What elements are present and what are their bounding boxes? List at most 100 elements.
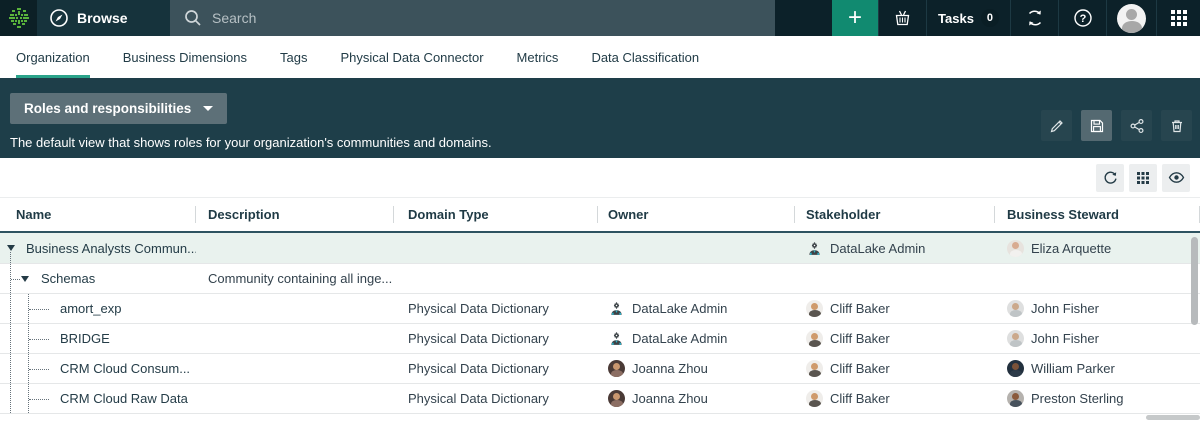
stakeholder-name[interactable]: Cliff Baker [830, 331, 890, 346]
tab-tags[interactable]: Tags [280, 36, 307, 78]
person-avatar [1007, 300, 1024, 317]
user-avatar [1117, 4, 1146, 33]
tab-data-classification[interactable]: Data Classification [591, 36, 699, 78]
horizontal-scrollbar-thumb[interactable] [1146, 415, 1200, 420]
apps-grid-button[interactable] [1156, 0, 1200, 36]
refresh-icon [1103, 170, 1118, 185]
domain-type-cell: Physical Data Dictionary [394, 384, 598, 413]
stakeholder-cell: Cliff Baker [795, 384, 995, 413]
eye-icon [1168, 169, 1185, 186]
stakeholder-name[interactable]: Cliff Baker [830, 361, 890, 376]
chevron-down-icon [203, 106, 213, 111]
admin-group-avatar-icon [806, 240, 823, 257]
svg-text:?: ? [1079, 13, 1086, 25]
view-description: The default view that shows roles for yo… [10, 135, 1190, 150]
stakeholder-name[interactable]: DataLake Admin [830, 241, 925, 256]
business-steward-cell: William Parker [995, 354, 1200, 383]
column-header-description[interactable]: Description [196, 198, 394, 231]
delete-view-button[interactable] [1161, 110, 1192, 141]
search-icon [184, 9, 202, 27]
table-row[interactable]: CRM Cloud Consum... Physical Data Dictio… [0, 354, 1200, 384]
top-bar: Browse + Tasks 0 [0, 0, 1200, 36]
person-avatar [1007, 330, 1024, 347]
stakeholder-name[interactable]: Cliff Baker [830, 301, 890, 316]
data-basket-button[interactable] [878, 0, 926, 36]
tab-metrics[interactable]: Metrics [517, 36, 559, 78]
table-row[interactable]: CRM Cloud Raw Data Physical Data Diction… [0, 384, 1200, 414]
basket-icon [893, 9, 912, 28]
tasks-button[interactable]: Tasks 0 [926, 0, 1010, 36]
stakeholder-cell: DataLake Admin [795, 233, 995, 263]
steward-name[interactable]: John Fisher [1031, 331, 1099, 346]
asset-name[interactable]: Schemas [0, 271, 95, 286]
vertical-scrollbar-thumb[interactable] [1191, 237, 1198, 325]
person-avatar [1007, 240, 1024, 257]
steward-name[interactable]: William Parker [1031, 361, 1115, 376]
domain-type-cell [394, 264, 598, 293]
profile-button[interactable] [1106, 0, 1156, 36]
column-header-stakeholder[interactable]: Stakeholder [795, 198, 995, 231]
global-search[interactable] [170, 0, 775, 36]
app-logo[interactable] [0, 0, 37, 36]
asset-name[interactable]: CRM Cloud Consum... [0, 361, 190, 376]
apps-grid-icon [1170, 9, 1188, 27]
share-view-button[interactable] [1121, 110, 1152, 141]
description-cell [196, 324, 394, 353]
browse-label: Browse [77, 10, 128, 26]
help-button[interactable]: ? [1058, 0, 1106, 36]
tab-organization[interactable]: Organization [16, 36, 90, 78]
owner-name[interactable]: DataLake Admin [632, 301, 727, 316]
owner-cell: Joanna Zhou [598, 354, 795, 383]
admin-group-avatar-icon [608, 300, 625, 317]
column-header-business-steward[interactable]: Business Steward [995, 198, 1200, 231]
description-cell [196, 384, 394, 413]
visibility-options-button[interactable] [1162, 164, 1190, 192]
owner-cell [598, 264, 795, 293]
stakeholder-cell: Cliff Baker [795, 294, 995, 323]
view-selector-label: Roles and responsibilities [24, 101, 191, 116]
asset-name[interactable]: BRIDGE [0, 331, 110, 346]
asset-name[interactable]: amort_exp [0, 301, 121, 316]
asset-name[interactable]: CRM Cloud Raw Data [0, 391, 188, 406]
view-header: Roles and responsibilities The default v… [0, 78, 1200, 158]
search-input[interactable] [212, 10, 761, 26]
description-cell: Community containing all inge... [196, 264, 394, 293]
column-header-domain-type[interactable]: Domain Type [394, 198, 598, 231]
steward-name[interactable]: Eliza Arquette [1031, 241, 1111, 256]
edit-view-button[interactable] [1041, 110, 1072, 141]
browse-button[interactable]: Browse [37, 0, 170, 36]
create-asset-button[interactable]: + [832, 0, 878, 36]
domain-type-cell: Physical Data Dictionary [394, 354, 598, 383]
view-actions [1041, 110, 1192, 141]
steward-name[interactable]: Preston Sterling [1031, 391, 1124, 406]
owner-name[interactable]: Joanna Zhou [632, 391, 708, 406]
grid-icon [1136, 171, 1150, 185]
column-header-owner[interactable]: Owner [598, 198, 795, 231]
table-toolbar [0, 158, 1200, 197]
stakeholder-name[interactable]: Cliff Baker [830, 391, 890, 406]
trash-icon [1169, 118, 1185, 134]
column-header-name[interactable]: Name [0, 198, 196, 231]
table-row[interactable]: amort_exp Physical Data Dictionary [0, 294, 1200, 324]
tab-physical-data-connector[interactable]: Physical Data Connector [340, 36, 483, 78]
compass-icon [49, 8, 69, 28]
owner-name[interactable]: DataLake Admin [632, 331, 727, 346]
table-row[interactable]: Business Analysts Commun... [0, 233, 1200, 264]
asset-name[interactable]: Business Analysts Commun... [0, 241, 196, 256]
view-selector-dropdown[interactable]: Roles and responsibilities [10, 93, 227, 124]
domain-type-cell: Physical Data Dictionary [394, 294, 598, 323]
steward-name[interactable]: John Fisher [1031, 301, 1099, 316]
save-view-button[interactable] [1081, 110, 1112, 141]
column-grid-options-button[interactable] [1129, 164, 1157, 192]
refresh-table-button[interactable] [1096, 164, 1124, 192]
section-tabs: Organization Business Dimensions Tags Ph… [0, 36, 1200, 78]
stakeholder-cell: Cliff Baker [795, 354, 995, 383]
tasks-count-badge: 0 [981, 9, 999, 27]
tab-business-dimensions[interactable]: Business Dimensions [123, 36, 247, 78]
owner-cell: Joanna Zhou [598, 384, 795, 413]
table-row[interactable]: Schemas Community containing all inge... [0, 264, 1200, 294]
sync-activities-button[interactable] [1010, 0, 1058, 36]
table-row[interactable]: BRIDGE Physical Data Dictionary [0, 324, 1200, 354]
domain-type-cell: Physical Data Dictionary [394, 324, 598, 353]
owner-name[interactable]: Joanna Zhou [632, 361, 708, 376]
